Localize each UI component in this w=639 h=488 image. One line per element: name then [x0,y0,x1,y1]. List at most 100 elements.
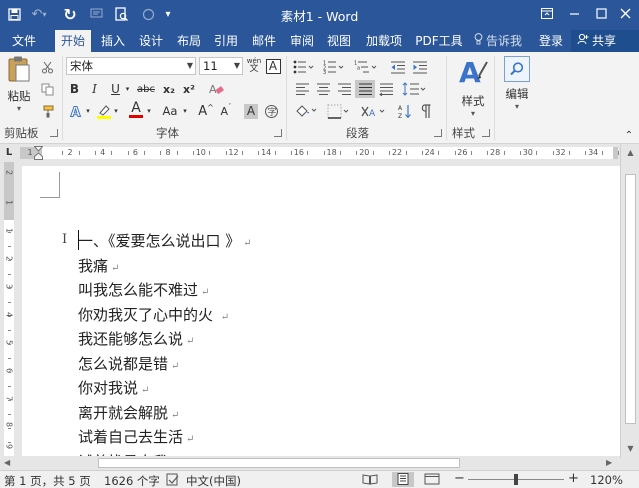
enclose-characters-icon[interactable]: 字 [262,102,280,120]
close-icon[interactable] [614,3,636,23]
share-button[interactable]: 共享 [571,30,639,52]
redo-icon[interactable]: ↻ [62,4,78,24]
italic-button[interactable]: I [87,80,102,98]
multilevel-list-icon[interactable]: 1a [352,58,380,76]
tab-home[interactable]: 开始 [55,30,91,52]
vertical-scrollbar[interactable]: ▲ ▼ [620,144,639,458]
zoom-out-button[interactable]: − [454,471,465,486]
zoom-slider-thumb[interactable] [514,474,518,485]
scroll-left-icon[interactable]: ◀ [4,458,14,468]
zoom-level[interactable]: 120% [590,473,623,487]
first-line-indent-marker[interactable] [33,146,44,163]
clipboard-launcher-icon[interactable] [50,129,58,137]
chevron-down-icon[interactable]: ▾ [123,80,132,98]
clear-formatting-icon[interactable]: A [205,80,227,98]
scroll-up-icon[interactable]: ▲ [625,148,636,158]
tab-references[interactable]: 引用 [209,30,243,52]
highlight-icon[interactable] [95,102,113,120]
copy-icon[interactable] [38,80,56,98]
document-line[interactable]: 你对我说 ↵ [78,377,149,398]
web-layout-icon[interactable] [424,473,440,488]
document-heading[interactable]: 一、《爱要怎么说出口 》 ↵ [78,230,252,251]
scroll-right-icon[interactable]: ▶ [606,458,616,468]
shading-icon[interactable] [292,102,320,120]
tab-view[interactable]: 视图 [322,30,356,52]
tab-review[interactable]: 审阅 [285,30,319,52]
character-border-button[interactable]: A [264,57,282,75]
subscript-button[interactable]: x₂ [160,80,178,98]
distributed-icon[interactable] [376,80,396,98]
print-layout-icon[interactable] [392,472,414,487]
chevron-down-icon[interactable]: ▾ [84,102,92,120]
collapse-ribbon-icon[interactable]: ⌃ [622,126,636,144]
sign-in-button[interactable]: 登录 [539,30,563,52]
undo-icon[interactable]: ↶ ▾ [28,4,50,24]
editing-button[interactable]: 编辑 ▾ [500,56,534,118]
document-line[interactable]: 离开就会解脱 ↵ [78,402,179,423]
font-size-combo[interactable]: 11 ▼ [199,57,243,75]
tab-mailings[interactable]: 邮件 [247,30,281,52]
document-line[interactable]: 叫我怎么能不难过 ↵ [78,279,209,300]
tab-selector-icon[interactable]: L [3,147,15,159]
phonetic-guide-button[interactable]: wén 文 [245,56,263,74]
paste-button[interactable]: 粘贴 ▾ [4,56,34,113]
paragraph-launcher-icon[interactable] [434,129,442,137]
tab-pdf-tools[interactable]: PDF工具 [410,30,468,52]
underline-button[interactable]: U [108,80,123,98]
bold-button[interactable]: B [67,80,82,98]
ribbon-display-icon[interactable] [536,3,558,23]
align-right-icon[interactable] [334,80,354,98]
bullets-icon[interactable] [291,58,317,76]
text-effects-icon[interactable]: A [67,102,85,120]
justify-icon[interactable] [355,80,375,98]
document-page[interactable]: I 一、《爱要怎么说出口 》 ↵ 我痛 ↵ 叫我怎么能不难过 ↵ 你劝我灭了心中的火 ↵ 我还… [22,166,620,458]
horizontal-scrollbar[interactable]: ◀ ▶ [0,456,620,470]
chevron-down-icon[interactable]: ▾ [112,102,120,120]
circle-icon[interactable] [140,4,156,24]
document-line[interactable]: 怎么说都是错 ↵ [78,353,179,374]
tell-me-box[interactable]: 告诉我 [474,30,522,52]
line-spacing-icon[interactable] [400,80,428,98]
page-count[interactable]: 第 1 页，共 5 页 [4,473,91,488]
grow-font-button[interactable]: A ^ [198,102,214,120]
save-icon[interactable] [6,4,22,24]
read-mode-icon[interactable] [362,473,378,488]
align-left-icon[interactable] [292,80,312,98]
maximize-icon[interactable] [590,3,612,23]
align-center-icon[interactable] [313,80,333,98]
vertical-scroll-thumb[interactable] [625,174,636,424]
tab-insert[interactable]: 插入 [96,30,130,52]
change-case-button[interactable]: Aa [158,102,182,120]
minimize-icon[interactable] [563,3,585,23]
show-marks-icon[interactable] [417,102,435,120]
word-count[interactable]: 1626 个字 [104,473,160,488]
character-shading-button[interactable]: A [243,102,259,120]
tab-file[interactable]: 文件 [4,30,44,52]
shrink-font-button[interactable]: Aˇ [218,102,234,120]
styles-button[interactable]: A 样式 ▾ [452,56,494,118]
horizontal-scroll-thumb[interactable] [98,458,460,468]
tab-design[interactable]: 设计 [134,30,168,52]
numbering-icon[interactable]: 123 [321,58,347,76]
tab-addins[interactable]: 加载项 [361,30,407,52]
chinese-layout-icon[interactable]: A [358,102,388,120]
strikethrough-button[interactable]: abc [134,80,158,98]
increase-indent-icon[interactable] [410,58,430,76]
document-line[interactable]: 我还能够怎么说 ↵ [78,328,194,349]
zoom-in-button[interactable]: + [568,471,579,486]
document-line[interactable]: 你劝我灭了心中的火 ↵ [78,304,229,325]
font-color-button[interactable]: A [127,100,145,118]
format-painter-icon[interactable] [38,102,56,120]
chevron-down-icon[interactable]: ▾ [145,102,153,120]
document-line[interactable]: 试着自己去生活 ↵ [78,426,194,447]
format-painter-qa-icon[interactable] [88,4,104,24]
borders-icon[interactable] [325,102,353,120]
styles-launcher-icon[interactable] [482,129,490,137]
chevron-down-icon[interactable]: ▾ [181,102,189,120]
horizontal-ruler[interactable]: L 1 2 4 6 8 10 12 14 16 18 20 22 24 26 28 30 32 34 [0,144,639,162]
language-indicator[interactable]: 中文(中国) [186,473,241,488]
ruler-strip[interactable]: 1 2 4 6 8 10 12 14 16 18 20 22 24 26 28 30 32 34 [20,146,620,160]
vertical-ruler[interactable]: 21123456789 [0,162,18,458]
sort-icon[interactable]: AZ [396,102,414,120]
decrease-indent-icon[interactable] [388,58,408,76]
